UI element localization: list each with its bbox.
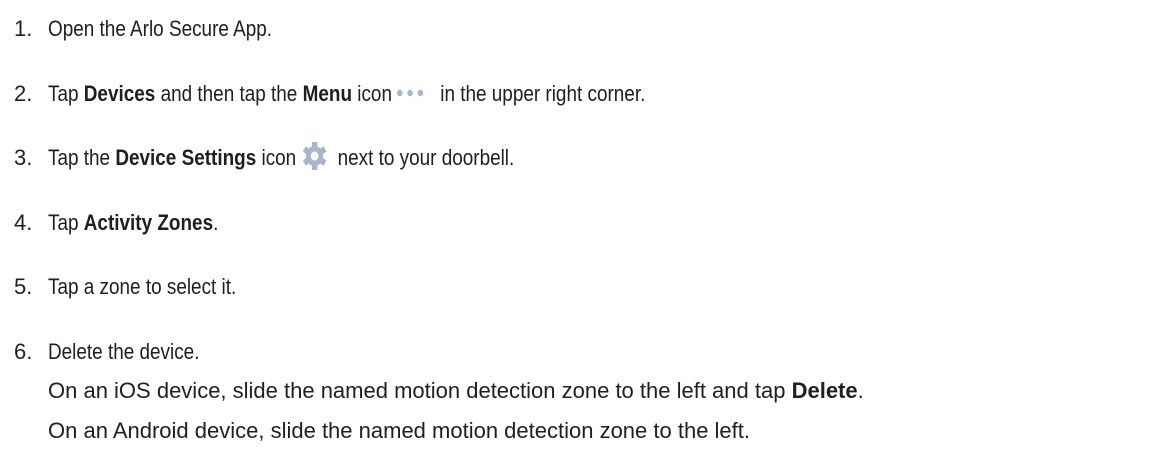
android-instruction: On an Android device, slide the named mo… [48, 416, 750, 446]
step-text: Open the Arlo Secure App. [48, 16, 273, 41]
gear-icon [302, 142, 326, 171]
step-text-icon-word: icon [256, 145, 297, 170]
step-text: Tap Devices and then tap the Menu icon i… [48, 79, 645, 109]
activity-zones-label: Activity Zones [83, 210, 214, 235]
step-text: Tap a zone to select it. [48, 274, 237, 299]
ios-instruction-text: On an iOS device, slide the named motion… [48, 378, 792, 403]
menu-label: Menu [302, 81, 353, 106]
step-4: 4. Tap Activity Zones. [14, 208, 246, 238]
ios-instruction: On an iOS device, slide the named motion… [48, 376, 864, 406]
step-text-icon-word: icon [352, 81, 392, 106]
android-instruction-text: On an Android device, slide the named mo… [48, 418, 751, 443]
step-number: 2. [14, 81, 33, 106]
delete-label: Delete [791, 378, 858, 403]
device-settings-label: Device Settings [115, 145, 257, 170]
step-text-mid: and then tap the [155, 81, 303, 106]
step-3: 3. Tap the Device Settings icon next to y… [14, 142, 590, 174]
step-text-pre: Tap [48, 81, 84, 106]
ellipsis-icon [396, 89, 424, 97]
step-number: 6. [14, 339, 33, 364]
step-number: 1. [14, 16, 33, 41]
devices-label: Devices [83, 81, 156, 106]
step-number: 5. [14, 274, 33, 299]
ios-instruction-end: . [857, 378, 864, 403]
step-number: 3. [14, 145, 33, 170]
step-6: 6. Delete the device. [14, 337, 224, 367]
step-text: Tap Activity Zones. [48, 208, 218, 238]
step-1: 1. Open the Arlo Secure App. [14, 14, 309, 44]
step-text-post: . [213, 210, 219, 235]
step-text-post: next to your doorbell. [332, 145, 515, 170]
step-text-post: in the upper right corner. [434, 81, 646, 106]
step-text-pre: Tap the [48, 145, 116, 170]
step-2: 2. Tap Devices and then tap the Menu icon… [14, 79, 743, 109]
step-text: Tap the Device Settings icon next to you… [48, 142, 515, 174]
step-5: 5. Tap a zone to select it. [14, 272, 267, 302]
step-text: Delete the device. [48, 339, 200, 364]
step-number: 4. [14, 210, 33, 235]
step-text-pre: Tap [48, 210, 84, 235]
